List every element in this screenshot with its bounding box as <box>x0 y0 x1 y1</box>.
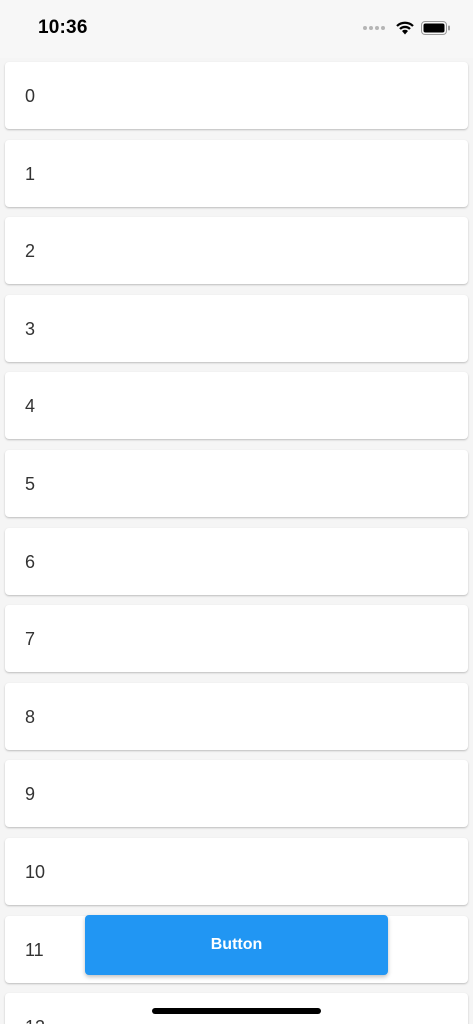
list-item[interactable]: 4 <box>5 372 468 440</box>
list-item[interactable]: 8 <box>5 682 468 750</box>
signal-dots-icon <box>363 25 385 30</box>
list-item-label: 8 <box>25 706 36 727</box>
status-bar: 10:36 <box>0 0 473 58</box>
list-item-label: 0 <box>25 86 36 106</box>
list-item[interactable]: 9 <box>5 760 468 828</box>
list-item-label: 9 <box>25 784 36 805</box>
list-item[interactable]: 5 <box>5 450 468 517</box>
battery-icon <box>421 20 450 35</box>
list-item[interactable]: 1 <box>5 139 468 207</box>
list-item-label: 1 <box>25 163 36 184</box>
list-item[interactable]: 2 <box>5 217 468 285</box>
home-indicator[interactable] <box>152 1008 321 1014</box>
list-item[interactable]: 0 <box>5 62 468 129</box>
list-item-label: 12 <box>25 1017 45 1024</box>
list-item-label: 4 <box>25 396 36 417</box>
list-item[interactable]: 3 <box>5 294 468 362</box>
list-item-label: 11 <box>25 939 44 960</box>
list-item-label: 5 <box>25 474 36 494</box>
list-item-label: 2 <box>25 241 36 262</box>
list-item-label: 10 <box>25 862 46 882</box>
list-item-label: 7 <box>25 629 36 650</box>
wifi-icon <box>396 21 414 35</box>
list-item[interactable]: 6 <box>5 527 468 595</box>
list-item[interactable]: 10 <box>5 838 468 905</box>
status-time: 10:36 <box>38 17 88 38</box>
list-item-label: 3 <box>25 318 36 339</box>
primary-button[interactable]: Button <box>85 915 388 975</box>
list-item-label: 6 <box>25 551 36 572</box>
app-screen: 10:36 0 1 2 3 4 5 6 7 8 9 10 11 Button <box>0 0 473 1024</box>
list-item[interactable]: 7 <box>5 605 468 673</box>
status-icons <box>363 20 451 35</box>
